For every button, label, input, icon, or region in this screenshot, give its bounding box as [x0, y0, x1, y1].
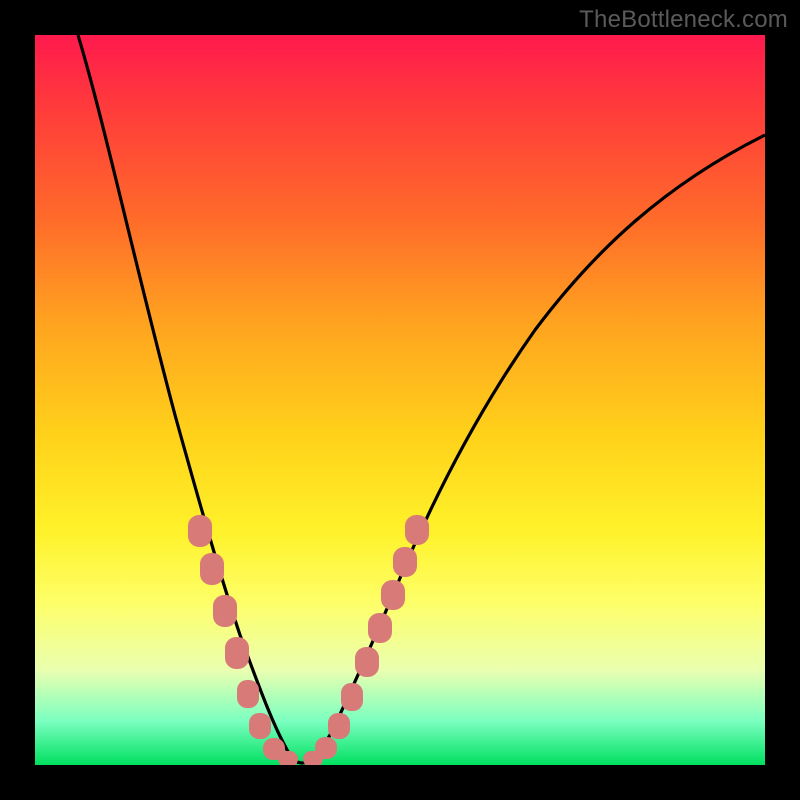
bottleneck-curve-svg [35, 35, 765, 765]
watermark-text: TheBottleneck.com [579, 6, 788, 34]
curve-beads [188, 515, 429, 765]
chart-frame: TheBottleneck.com [0, 0, 800, 800]
bottleneck-curve [78, 35, 765, 763]
chart-plot-area [35, 35, 765, 765]
